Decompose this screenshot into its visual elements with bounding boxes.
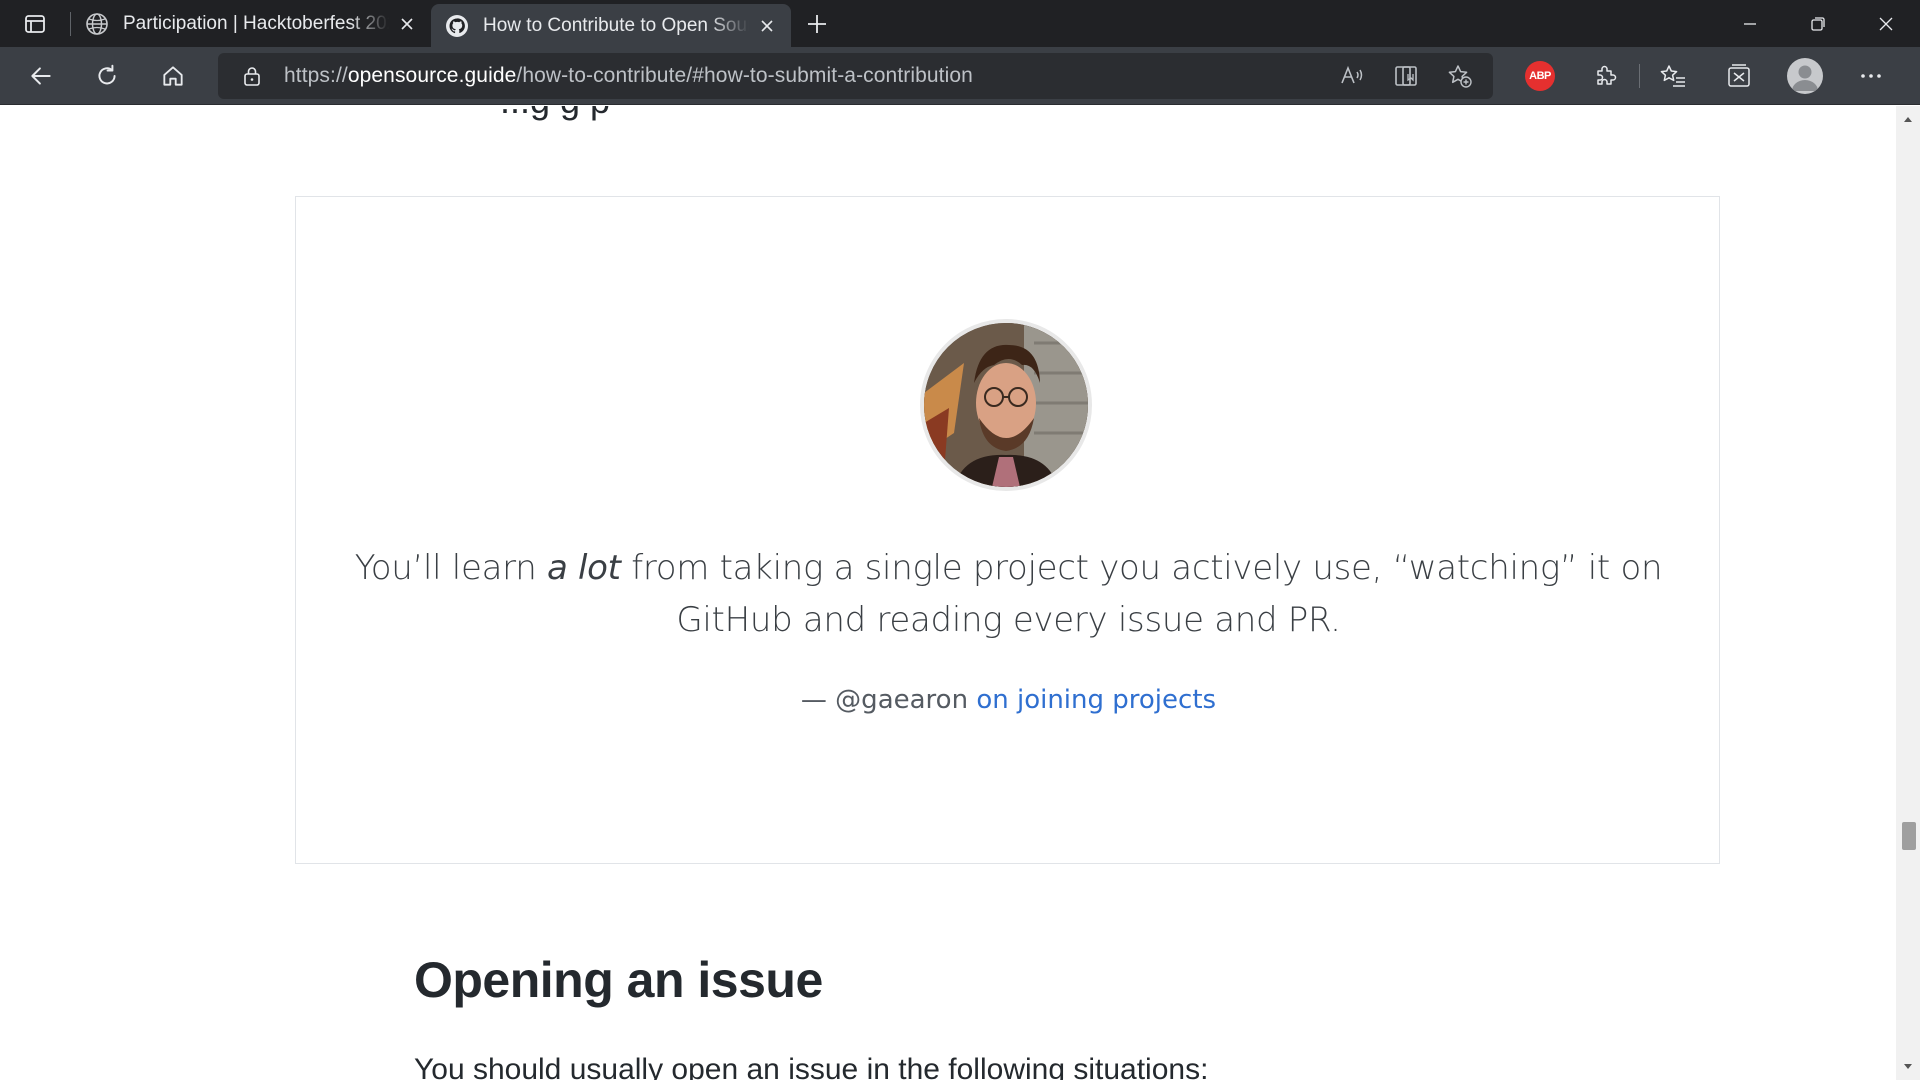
source-link[interactable]: on joining projects <box>976 685 1216 715</box>
tab-actions-button[interactable] <box>0 0 70 47</box>
home-icon <box>163 65 183 86</box>
page-content: ...g g p You’ll learn a lot from taking … <box>0 106 1896 1080</box>
quote-text-end: from taking a single project you activel… <box>620 548 1663 640</box>
new-tab-button[interactable] <box>791 0 843 47</box>
caret-up-icon <box>1904 117 1912 122</box>
reload-icon <box>98 64 116 84</box>
tab-close-button[interactable] <box>395 12 419 36</box>
puzzle-piece-icon <box>1597 65 1617 85</box>
url-path: /how-to-contribute/#how-to-submit-a-cont… <box>516 63 973 87</box>
close-icon <box>401 18 413 30</box>
scroll-up-button[interactable] <box>1896 110 1920 128</box>
address-bar-actions <box>1335 59 1477 93</box>
author-portrait-image <box>924 323 1088 487</box>
tab-open-source-guide[interactable]: How to Contribute to Open Source | Open … <box>431 4 791 47</box>
settings-more-button[interactable] <box>1838 52 1904 100</box>
testimonial-attribution: — @gaearon on joining projects <box>296 685 1721 715</box>
url-host: opensource.guide <box>347 63 517 87</box>
back-arrow-icon <box>31 66 51 85</box>
address-bar[interactable]: https://opensource.guide/how-to-contribu… <box>218 52 1493 99</box>
section-heading: Opening an issue <box>414 952 823 1008</box>
read-aloud-button[interactable] <box>1335 59 1369 93</box>
cut-off-text: ...g g p <box>500 106 610 122</box>
tab-hacktoberfest[interactable]: Participation | Hacktoberfest 2023 <box>71 4 431 44</box>
favorites-list-icon <box>1660 64 1685 87</box>
caret-down-icon <box>1904 1064 1912 1069</box>
browser-toolbar: https://opensource.guide/how-to-contribu… <box>0 47 1920 105</box>
tab-strip: Participation | Hacktoberfest 2023 How t… <box>0 0 1920 47</box>
more-dots-icon <box>1861 73 1881 78</box>
read-aloud-icon <box>1341 65 1363 83</box>
reload-button[interactable] <box>78 52 136 100</box>
profile-button[interactable] <box>1772 52 1838 100</box>
home-button[interactable] <box>144 52 202 100</box>
lock-icon[interactable] <box>242 65 262 87</box>
tab-title: Participation | Hacktoberfest 2023 <box>123 13 389 34</box>
add-favorite-button[interactable] <box>1443 59 1477 93</box>
restore-button[interactable] <box>1784 0 1852 47</box>
close-icon <box>761 19 773 32</box>
hacktoberfest-globe-icon <box>86 13 108 35</box>
immersive-reader-icon <box>1395 65 1417 86</box>
plus-icon <box>808 14 826 33</box>
adblock-plus-button[interactable]: ABP <box>1507 52 1573 100</box>
minimize-button[interactable] <box>1716 0 1784 47</box>
vertical-scrollbar[interactable] <box>1896 106 1920 1080</box>
collections-icon <box>1728 63 1750 87</box>
testimonial-quote: You’ll learn a lot from taking a single … <box>336 542 1681 646</box>
restore-icon <box>1811 16 1825 31</box>
collections-button[interactable] <box>1706 52 1772 100</box>
immersive-reader-button[interactable] <box>1389 59 1423 93</box>
testimonial-card: You’ll learn a lot from taking a single … <box>295 196 1720 864</box>
window-controls <box>1716 0 1920 47</box>
toolbar-extensions: ABP <box>1507 52 1904 100</box>
section-intro: You should usually open an issue in the … <box>414 1053 1209 1080</box>
url-scheme: https:// <box>284 63 348 87</box>
author-avatar <box>920 319 1092 491</box>
url-text[interactable]: https://opensource.guide/how-to-contribu… <box>284 64 973 88</box>
tab-title: How to Contribute to Open Source | Open … <box>483 14 749 36</box>
favorites-button[interactable] <box>1640 52 1706 100</box>
close-icon <box>1879 17 1893 30</box>
back-button[interactable] <box>12 52 70 100</box>
tab-close-button[interactable] <box>755 14 779 38</box>
quote-text-start: You’ll learn <box>354 548 547 588</box>
minimize-icon <box>1744 22 1756 25</box>
author-handle: — @gaearon <box>800 685 977 715</box>
scrollbar-thumb[interactable] <box>1902 822 1916 850</box>
extensions-button[interactable] <box>1573 52 1639 100</box>
adblock-plus-icon: ABP <box>1525 60 1555 91</box>
quote-emphasis: a lot <box>546 548 621 588</box>
tab-actions-icon <box>25 14 45 33</box>
star-add-icon <box>1448 64 1472 88</box>
profile-avatar-icon <box>1787 57 1823 94</box>
github-icon <box>446 14 468 37</box>
close-window-button[interactable] <box>1852 0 1920 47</box>
scroll-down-button[interactable] <box>1896 1058 1920 1076</box>
